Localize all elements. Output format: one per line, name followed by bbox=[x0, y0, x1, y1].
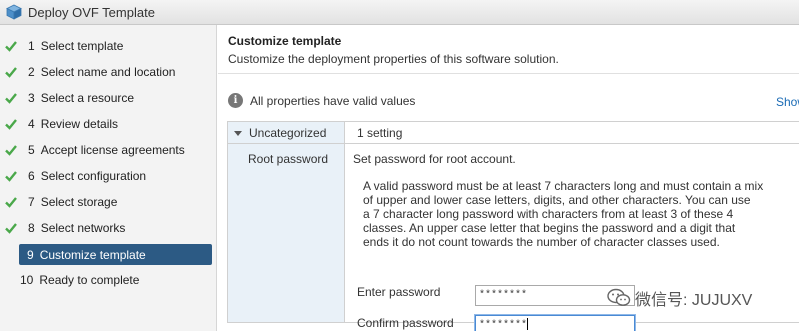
step-label: Select a resource bbox=[40, 90, 135, 105]
enter-password-value: ******** bbox=[479, 290, 528, 301]
header-divider bbox=[218, 73, 799, 74]
step-label: Customize template bbox=[39, 247, 146, 262]
help-line: A valid password must be at least 7 char… bbox=[363, 179, 764, 193]
step-number: 5 bbox=[28, 142, 35, 157]
info-icon: i bbox=[228, 93, 243, 108]
wizard-steps-sidebar: 1 Select template 2 Select name and loca… bbox=[0, 25, 217, 331]
step-label: Accept license agreements bbox=[40, 142, 185, 157]
step-label: Select template bbox=[40, 38, 124, 53]
checkmark-icon bbox=[4, 221, 18, 235]
step-select-template[interactable]: 1 Select template bbox=[0, 35, 123, 56]
checkmark-icon bbox=[4, 65, 18, 79]
confirm-password-field[interactable]: ******** bbox=[475, 315, 635, 331]
group-count: 1 setting bbox=[357, 126, 403, 140]
checkmark-icon bbox=[4, 195, 18, 209]
step-customize-template[interactable]: 9 Customize template bbox=[19, 244, 212, 265]
ovf-package-icon bbox=[6, 4, 22, 20]
step-label: Select name and location bbox=[40, 64, 176, 79]
step-number: 8 bbox=[28, 220, 35, 235]
wechat-icon bbox=[607, 288, 631, 308]
password-help-text: A valid password must be at least 7 char… bbox=[363, 179, 795, 249]
help-line: a 7 character long password with charact… bbox=[363, 207, 734, 221]
page-subtitle: Customize the deployment properties of t… bbox=[228, 52, 559, 66]
validation-status-text: All properties have valid values bbox=[250, 93, 416, 108]
step-select-configuration[interactable]: 6 Select configuration bbox=[0, 165, 146, 186]
checkmark-icon bbox=[4, 117, 18, 131]
step-number: 9 bbox=[27, 247, 34, 262]
window-titlebar: Deploy OVF Template bbox=[0, 0, 799, 25]
step-number: 10 bbox=[20, 272, 34, 287]
watermark: 微信号: JUJUXV bbox=[607, 286, 752, 310]
text-cursor bbox=[527, 318, 529, 331]
confirm-password-value: ******** bbox=[479, 320, 528, 331]
step-number: 7 bbox=[28, 194, 35, 209]
validation-status: i All properties have valid values bbox=[228, 93, 415, 108]
checkmark-icon bbox=[4, 39, 18, 53]
help-line: ends it do not count towards the number … bbox=[363, 235, 720, 249]
help-line: classes. An upper case letter that begin… bbox=[363, 221, 736, 235]
step-label: Select configuration bbox=[40, 168, 147, 183]
watermark-text: 微信号: JUJUXV bbox=[635, 292, 753, 309]
step-label: Review details bbox=[40, 116, 119, 131]
step-number: 4 bbox=[28, 116, 35, 131]
step-number: 3 bbox=[28, 90, 35, 105]
step-select-resource[interactable]: 3 Select a resource bbox=[0, 87, 134, 108]
step-number: 1 bbox=[28, 38, 35, 53]
property-label: Root password bbox=[248, 152, 329, 166]
confirm-password-label: Confirm password bbox=[357, 316, 454, 330]
checkmark-icon bbox=[4, 143, 18, 157]
step-select-storage[interactable]: 7 Select storage bbox=[0, 191, 117, 212]
step-label: Select storage bbox=[40, 194, 118, 209]
step-select-name-location[interactable]: 2 Select name and location bbox=[0, 61, 175, 82]
window-title: Deploy OVF Template bbox=[28, 4, 155, 20]
step-review-details[interactable]: 4 Review details bbox=[0, 113, 118, 134]
step-accept-license[interactable]: 5 Accept license agreements bbox=[0, 139, 185, 160]
checkmark-icon bbox=[4, 91, 18, 105]
caret-down-icon bbox=[234, 130, 242, 136]
property-description: Set password for root account. bbox=[353, 152, 516, 166]
step-number: 2 bbox=[28, 64, 35, 79]
enter-password-label: Enter password bbox=[357, 285, 441, 299]
step-label: Ready to complete bbox=[39, 272, 140, 287]
step-ready-to-complete[interactable]: 10 Ready to complete bbox=[0, 269, 139, 290]
group-header-row[interactable]: Uncategorized 1 setting bbox=[228, 122, 799, 144]
page-title: Customize template bbox=[228, 34, 342, 48]
show-link[interactable]: Show bbox=[776, 95, 799, 109]
step-select-networks[interactable]: 8 Select networks bbox=[0, 217, 125, 238]
help-line: of upper and lower case letters, digits,… bbox=[363, 193, 751, 207]
step-label: Select networks bbox=[40, 220, 126, 235]
group-toggle[interactable]: Uncategorized bbox=[234, 126, 326, 140]
group-label: Uncategorized bbox=[249, 126, 327, 140]
checkmark-icon bbox=[4, 169, 18, 183]
step-number: 6 bbox=[28, 168, 35, 183]
